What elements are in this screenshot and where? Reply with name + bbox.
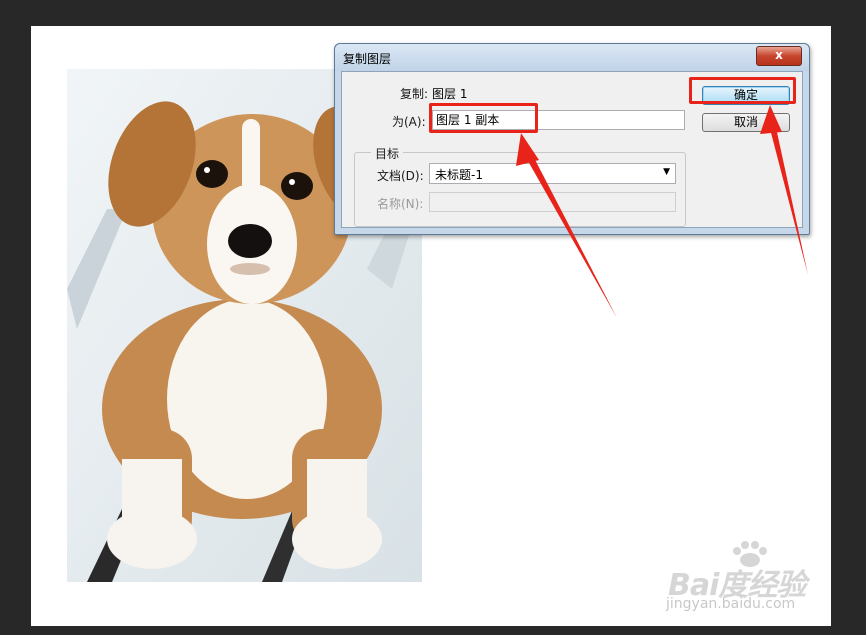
document-select-value: 未标题-1 bbox=[435, 168, 483, 182]
as-field-highlight bbox=[429, 103, 538, 133]
document-select[interactable]: 未标题-1 ▼ bbox=[429, 163, 676, 184]
cancel-button[interactable]: 取消 bbox=[702, 113, 790, 132]
dialog-titlebar[interactable]: 复制图层 x bbox=[335, 44, 809, 71]
name-label: 名称(N): bbox=[377, 197, 424, 211]
duplicate-label: 复制: bbox=[400, 87, 429, 101]
close-button[interactable]: x bbox=[756, 46, 802, 66]
as-label: 为(A): bbox=[392, 115, 426, 129]
document-label: 文档(D): bbox=[377, 169, 424, 183]
ok-button-highlight bbox=[689, 77, 796, 104]
dialog-title: 复制图层 bbox=[343, 52, 392, 66]
destination-group-title: 目标 bbox=[371, 145, 404, 162]
watermark-site-text: jingyan.baidu.com bbox=[666, 596, 796, 612]
baidu-jingyan-watermark: Bai度经验 jingyan.baidu.com bbox=[660, 540, 820, 615]
duplicate-value: 图层 1 bbox=[432, 87, 468, 101]
destination-group: 目标 文档(D): 未标题-1 ▼ 名称(N): bbox=[354, 145, 686, 227]
name-input[interactable] bbox=[429, 192, 676, 212]
chevron-down-icon: ▼ bbox=[663, 167, 670, 177]
duplicate-layer-dialog: 复制图层 x 复制: 图层 1 为(A): 图层 1 副本 目标 文档(D): … bbox=[334, 43, 810, 235]
